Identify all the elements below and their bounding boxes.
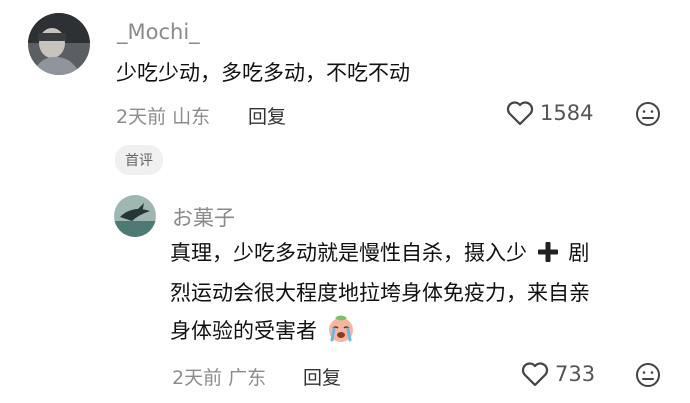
reply-text-line-1: 真理，少吃多动就是慢性自杀，摄入少 剧 <box>170 233 589 273</box>
crying-face-emoji <box>328 315 353 342</box>
comment-reply-button[interactable]: 回复 <box>248 102 286 129</box>
reply-text-part-3: 身体验的受害者 <box>170 319 317 343</box>
heart-outline-icon <box>521 362 549 387</box>
comment-like-button[interactable]: 1584 <box>506 100 593 126</box>
meh-face-icon <box>636 363 660 387</box>
reply-meta: 2天前 广东 <box>172 363 266 390</box>
comment-time: 2天前 <box>116 106 167 128</box>
comment-username[interactable]: _Mochi_ <box>117 20 200 44</box>
reply-time: 2天前 <box>172 367 223 389</box>
reply-text-line-2: 烈运动会很大程度地拉垮身体免疫力，来自亲 <box>170 281 590 305</box>
meh-face-icon <box>636 102 660 126</box>
reply-like-count: 733 <box>555 362 596 386</box>
reply-text-line-3: 身体验的受害者 <box>170 311 356 351</box>
comment-location: 山东 <box>172 106 211 128</box>
reply-text-part-1: 真理，少吃多动就是慢性自杀，摄入少 <box>170 241 527 265</box>
reply-text-part-2: 剧 <box>568 241 590 265</box>
reply-like-button[interactable]: 733 <box>521 361 595 387</box>
reply-location: 广东 <box>228 367 267 389</box>
reply-username[interactable]: お菓子 <box>172 202 235 232</box>
reply-dislike-button[interactable] <box>635 362 661 392</box>
reply-reply-button[interactable]: 回复 <box>303 363 341 390</box>
avatar[interactable] <box>28 13 90 75</box>
heart-outline-icon <box>506 101 534 126</box>
first-comment-badge: 首评 <box>115 145 163 175</box>
comment-dislike-button[interactable] <box>635 101 661 131</box>
reply-avatar[interactable] <box>114 195 156 237</box>
comment-like-count: 1584 <box>540 101 594 125</box>
comment-text: 少吃少动，多吃多动，不吃不动 <box>116 61 410 85</box>
comment-meta: 2天前 山东 <box>116 102 210 129</box>
heavy-plus-emoji <box>537 242 558 262</box>
